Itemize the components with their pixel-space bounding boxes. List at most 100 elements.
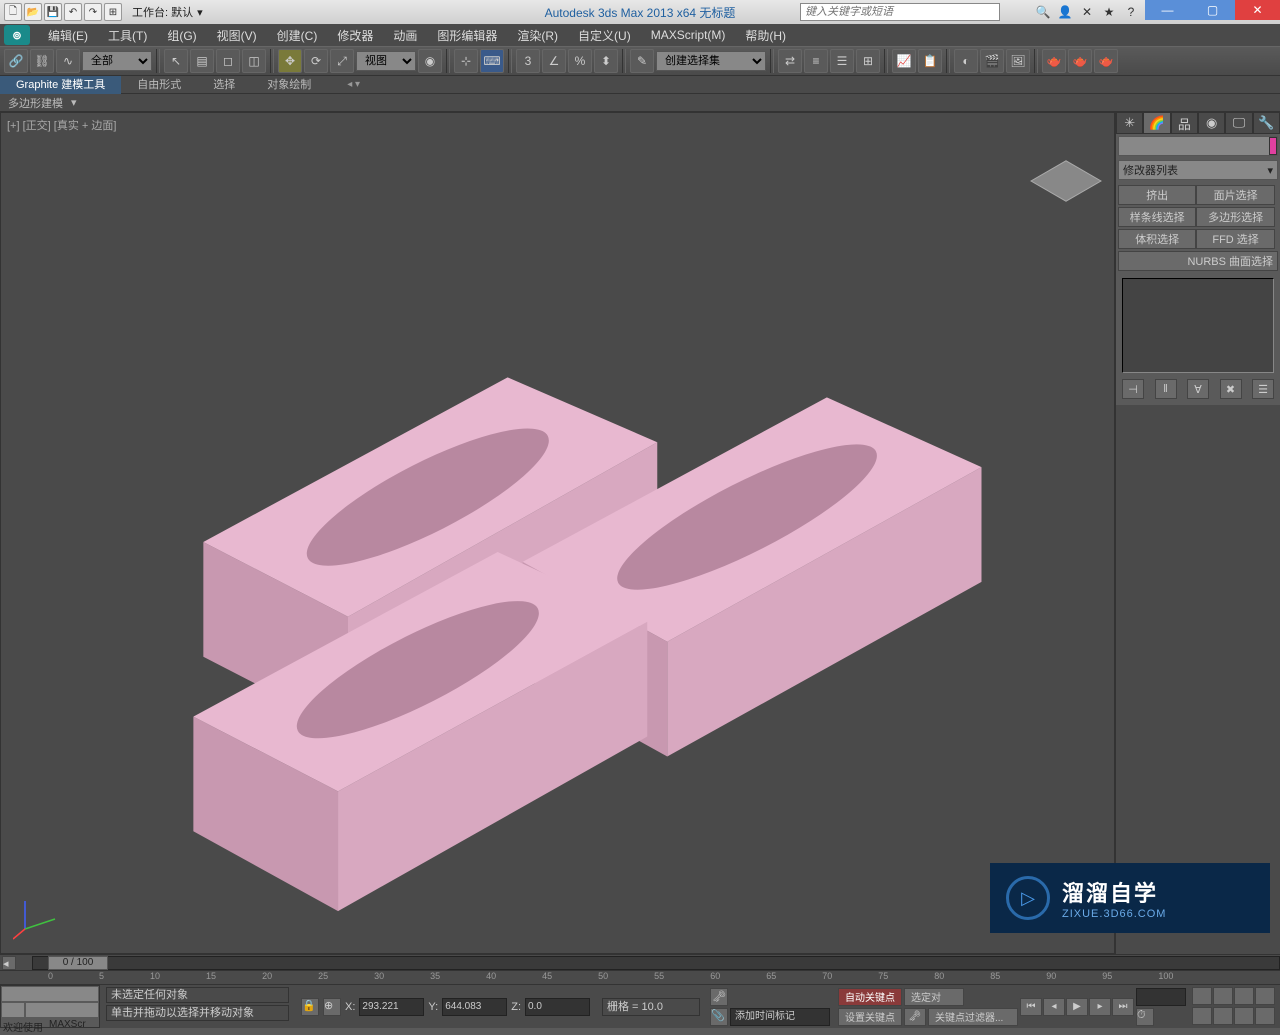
scale-icon[interactable]: ⤢ <box>330 49 354 73</box>
goto-end-icon[interactable]: ⏭ <box>1112 998 1134 1016</box>
key-filters-button[interactable]: 关键点过滤器... <box>928 1008 1018 1026</box>
pivot-icon[interactable]: ◉ <box>418 49 442 73</box>
timeline-toggle-icon[interactable]: ◂ <box>2 956 16 970</box>
menu-modifiers[interactable]: 修改器 <box>327 27 383 44</box>
select-name-icon[interactable]: ▤ <box>190 49 214 73</box>
render-iter-icon[interactable]: 🫖 <box>1068 49 1092 73</box>
signin-icon[interactable]: 👤 <box>1056 3 1074 21</box>
menu-help[interactable]: 帮助(H) <box>735 27 796 44</box>
toggle-icon[interactable] <box>2 1003 24 1017</box>
close-button[interactable]: ✕ <box>1235 0 1280 20</box>
project-icon[interactable]: ⊞ <box>104 3 122 21</box>
modifier-list-dropdown[interactable]: 修改器列表▾ <box>1118 160 1278 180</box>
menu-customize[interactable]: 自定义(U) <box>568 27 641 44</box>
time-config-icon[interactable]: ⏱ <box>1136 1008 1154 1026</box>
selection-filter[interactable]: 全部 <box>82 51 152 71</box>
time-tag-label[interactable]: 添加时间标记 <box>730 1008 830 1026</box>
fov-icon[interactable] <box>1192 1007 1212 1025</box>
goto-start-icon[interactable]: ⏮ <box>1020 998 1042 1016</box>
new-icon[interactable]: 🗋 <box>4 3 22 21</box>
abs-rel-icon[interactable]: ⊕ <box>323 998 341 1016</box>
menu-animation[interactable]: 动画 <box>383 27 427 44</box>
pin-stack-icon[interactable]: ⊣ <box>1122 379 1144 399</box>
save-icon[interactable]: 💾 <box>44 3 62 21</box>
modifier-spline-select[interactable]: 样条线选择 <box>1118 207 1196 227</box>
modifier-face-select[interactable]: 面片选择 <box>1196 185 1274 205</box>
mini-listener-input[interactable] <box>26 1003 98 1017</box>
maximize-viewport-icon[interactable] <box>1255 1007 1275 1025</box>
schematic-icon[interactable]: ⊞ <box>856 49 880 73</box>
search-icon[interactable]: 🔍 <box>1034 3 1052 21</box>
material-editor-icon[interactable]: ◐ <box>954 49 978 73</box>
mini-listener-output[interactable] <box>2 987 98 1001</box>
layers-icon[interactable]: ☰ <box>830 49 854 73</box>
snap-toggle-icon[interactable]: 3 <box>516 49 540 73</box>
search-input[interactable] <box>800 3 1000 21</box>
next-frame-icon[interactable]: ▸ <box>1089 998 1111 1016</box>
maximize-button[interactable]: ▢ <box>1190 0 1235 20</box>
bind-icon[interactable]: ∿ <box>56 49 80 73</box>
time-tag-icon[interactable]: 📎 <box>710 1008 728 1026</box>
unlink-icon[interactable]: ⛓ <box>30 49 54 73</box>
redo-icon[interactable]: ↷ <box>84 3 102 21</box>
link-icon[interactable]: 🔗 <box>4 49 28 73</box>
menu-render[interactable]: 渲染(R) <box>507 27 568 44</box>
window-crossing-icon[interactable]: ◫ <box>242 49 266 73</box>
time-slider[interactable]: ◂ 0 / 100 <box>0 954 1280 970</box>
dope-sheet-icon[interactable]: 📋 <box>918 49 942 73</box>
menu-group[interactable]: 组(G) <box>157 27 206 44</box>
modifier-nurbs-select[interactable]: NURBS 曲面选择 <box>1118 251 1278 271</box>
zoom-extents-all-icon[interactable] <box>1255 987 1275 1005</box>
named-selection-set[interactable]: 创建选择集 <box>656 51 766 71</box>
show-end-icon[interactable]: ‖ <box>1155 379 1177 399</box>
rotate-icon[interactable]: ⟳ <box>304 49 328 73</box>
display-tab-icon[interactable]: 🖵 <box>1225 112 1252 134</box>
x-coord-input[interactable]: 293.221 <box>359 998 424 1016</box>
set-key-button[interactable]: 设置关键点 <box>838 1008 902 1026</box>
menu-maxscript[interactable]: MAXScript(M) <box>641 28 736 42</box>
play-icon[interactable]: ▶ <box>1066 998 1088 1016</box>
modifier-poly-select[interactable]: 多边形选择 <box>1196 207 1274 227</box>
pan-icon[interactable] <box>1213 1007 1233 1025</box>
modifier-extrude[interactable]: 挤出 <box>1118 185 1196 205</box>
utilities-tab-icon[interactable]: 🔧 <box>1253 112 1280 134</box>
minimize-button[interactable]: — <box>1145 0 1190 20</box>
auto-key-button[interactable]: 自动关键点 <box>838 988 902 1006</box>
ribbon-panel-label[interactable]: 多边形建模 <box>8 95 63 111</box>
ribbon-tab-selection[interactable]: 选择 <box>197 76 251 94</box>
orbit-icon[interactable] <box>1234 1007 1254 1025</box>
modifier-vol-select[interactable]: 体积选择 <box>1118 229 1196 249</box>
object-name-input[interactable] <box>1119 137 1269 155</box>
viewcube[interactable] <box>1038 153 1094 209</box>
ribbon-expand-icon[interactable]: ◂ ▾ <box>347 79 360 90</box>
z-coord-input[interactable]: 0.0 <box>525 998 590 1016</box>
spinner-snap-icon[interactable]: ⬍ <box>594 49 618 73</box>
search-box[interactable] <box>800 3 1000 21</box>
select-icon[interactable]: ↖ <box>164 49 188 73</box>
menu-tools[interactable]: 工具(T) <box>98 27 157 44</box>
configure-icon[interactable]: ☰ <box>1252 379 1274 399</box>
help-icon[interactable]: ? <box>1122 3 1140 21</box>
time-scrub-track[interactable] <box>32 956 1280 970</box>
render-frame-icon[interactable]: 🖼 <box>1006 49 1030 73</box>
menu-graph[interactable]: 图形编辑器 <box>427 27 507 44</box>
motion-tab-icon[interactable]: ◉ <box>1198 112 1225 134</box>
menu-create[interactable]: 创建(C) <box>267 27 328 44</box>
ref-coord-system[interactable]: 视图 <box>356 51 416 71</box>
zoom-extents-icon[interactable] <box>1234 987 1254 1005</box>
align-icon[interactable]: ≡ <box>804 49 828 73</box>
isolate-icon[interactable]: 🗝 <box>710 988 728 1006</box>
modify-tab-icon[interactable]: 🌈 <box>1143 112 1170 134</box>
move-icon[interactable]: ✥ <box>278 49 302 73</box>
prev-frame-icon[interactable]: ◂ <box>1043 998 1065 1016</box>
key-icon[interactable]: 🗝 <box>904 1008 926 1026</box>
y-coord-input[interactable]: 644.083 <box>442 998 507 1016</box>
keyboard-shortcut-icon[interactable]: ⌨ <box>480 49 504 73</box>
lock-icon[interactable]: 🔒 <box>301 998 319 1016</box>
app-menu-icon[interactable]: ⊚ <box>4 25 30 45</box>
hierarchy-tab-icon[interactable]: 品 <box>1171 112 1198 134</box>
unique-icon[interactable]: ∀ <box>1187 379 1209 399</box>
manipulate-icon[interactable]: ⊹ <box>454 49 478 73</box>
viewport[interactable]: [+] [正交] [真实 + 边面] <box>0 112 1115 954</box>
favorite-icon[interactable]: ★ <box>1100 3 1118 21</box>
